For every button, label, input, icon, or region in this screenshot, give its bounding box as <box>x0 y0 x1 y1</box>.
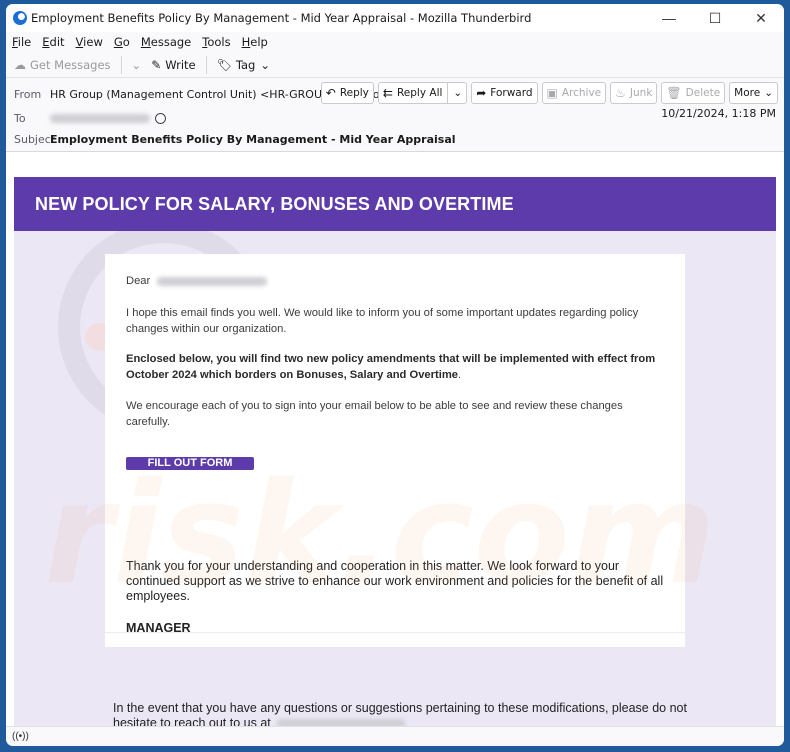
menu-tools[interactable]: Tools <box>202 35 230 49</box>
forward-icon: ➦ <box>476 86 487 100</box>
minimize-button[interactable]: — <box>646 4 692 32</box>
archive-button[interactable]: ▣ Archive <box>541 82 607 104</box>
menu-file[interactable]: File <box>12 35 31 49</box>
chevron-down-icon: ⌄ <box>260 57 270 72</box>
banner-title: NEW POLICY FOR SALARY, BONUSES AND OVERT… <box>35 193 514 214</box>
fill-out-form-button[interactable]: FILL OUT FORM <box>126 457 254 470</box>
get-messages-dropdown[interactable]: ⌄ <box>132 58 142 72</box>
delete-button[interactable]: 🗑 Delete <box>661 82 726 104</box>
trash-icon: 🗑 <box>666 86 682 100</box>
to-row: To <box>6 108 166 128</box>
menu-view[interactable]: View <box>76 35 103 49</box>
title-bar: Employment Benefits Policy By Management… <box>6 4 784 32</box>
junk-button[interactable]: ♨ Junk <box>610 82 658 104</box>
email-banner: NEW POLICY FOR SALARY, BONUSES AND OVERT… <box>14 177 776 231</box>
message-header: From HR Group (Management Control Unit) … <box>6 78 784 152</box>
chevron-down-icon: ⌄ <box>131 57 142 72</box>
tag-button[interactable]: 🏷 Tag ⌄ <box>217 58 270 72</box>
email-background: NEW POLICY FOR SALARY, BONUSES AND OVERT… <box>14 177 776 728</box>
footer-paragraph: In the event that you have any questions… <box>113 701 687 728</box>
subject-row: Subject Employment Benefits Policy By Ma… <box>6 129 456 149</box>
greeting: Dear <box>126 274 666 290</box>
menu-go[interactable]: Go <box>114 35 130 49</box>
sign-in-paragraph: We encourage each of you to sign into yo… <box>126 400 623 428</box>
maximize-button[interactable]: ☐ <box>692 4 738 32</box>
activity-icon[interactable]: ((•)) <box>12 731 29 742</box>
main-toolbar: ☁ Get Messages ⌄ ✎ Write 🏷 Tag ⌄ <box>6 52 784 78</box>
menu-help[interactable]: Help <box>242 35 268 49</box>
subject-label: Subject <box>14 132 56 146</box>
chevron-down-icon: ⌄ <box>764 87 773 99</box>
menu-edit[interactable]: Edit <box>42 35 64 49</box>
intro-paragraph: I hope this email finds you well. We wou… <box>126 307 639 335</box>
status-bar: ((•)) <box>6 726 784 746</box>
thunderbird-logo-icon <box>13 11 27 25</box>
to-label: To <box>14 111 26 125</box>
write-button[interactable]: ✎ Write <box>151 58 195 72</box>
divider <box>105 632 685 633</box>
menu-bar: File Edit View Go Message Tools Help <box>6 32 784 52</box>
to-value-redacted[interactable] <box>50 113 150 123</box>
reply-icon: ↶ <box>325 86 336 100</box>
subject-value: Employment Benefits Policy By Management… <box>50 132 456 146</box>
menu-message[interactable]: Message <box>141 35 191 49</box>
policy-paragraph: Enclosed below, you will find two new po… <box>126 353 656 381</box>
tag-icon: 🏷 <box>216 57 232 72</box>
archive-icon: ▣ <box>546 86 558 100</box>
reply-all-button[interactable]: ⇇ Reply All ⌄ <box>377 82 468 104</box>
forward-button[interactable]: ➦ Forward <box>471 82 538 104</box>
from-label: From <box>14 87 42 101</box>
reply-all-icon: ⇇ <box>382 86 393 100</box>
pencil-icon: ✎ <box>151 57 162 72</box>
message-date: 10/21/2024, 1:18 PM <box>661 107 776 120</box>
thunderbird-window: Employment Benefits Policy By Management… <box>6 4 784 746</box>
message-body[interactable]: NEW POLICY FOR SALARY, BONUSES AND OVERT… <box>6 152 784 728</box>
contact-icon[interactable] <box>155 112 166 124</box>
toolbar-divider <box>205 55 207 74</box>
thanks-paragraph: Thank you for your understanding and coo… <box>126 559 664 603</box>
reply-button[interactable]: ↶ Reply <box>320 82 374 104</box>
toolbar-divider <box>120 55 122 74</box>
recipient-redacted <box>157 276 268 286</box>
cloud-download-icon: ☁ <box>14 57 26 72</box>
email-card: Dear I hope this email finds you well. W… <box>105 254 685 647</box>
window-title: Employment Benefits Policy By Management… <box>31 11 532 25</box>
junk-flame-icon: ♨ <box>615 86 626 100</box>
close-button[interactable]: ✕ <box>738 4 784 32</box>
chevron-down-icon: ⌄ <box>453 87 463 99</box>
message-actions: ↶ Reply ⇇ Reply All ⌄ ➦ Forward ▣ Archive ♨ J… <box>317 82 778 104</box>
get-messages-button[interactable]: ☁ Get Messages <box>14 58 111 72</box>
reply-all-dropdown[interactable]: ⌄ <box>447 83 462 103</box>
more-button[interactable]: More ⌄ <box>729 82 778 104</box>
